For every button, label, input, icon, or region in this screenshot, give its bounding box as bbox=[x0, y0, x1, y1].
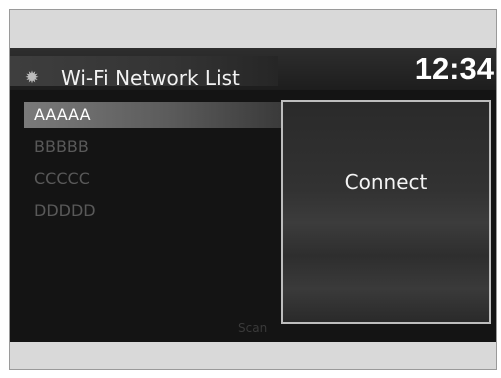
infotainment-screen: ✹ Wi-Fi Network List 12:34 AAAAA BBBBB C… bbox=[10, 48, 496, 342]
header-title-bar: ✹ Wi-Fi Network List bbox=[10, 56, 278, 90]
scan-button[interactable]: Scan bbox=[238, 320, 267, 336]
figure-frame: ✹ Wi-Fi Network List 12:34 AAAAA BBBBB C… bbox=[9, 9, 497, 370]
network-ssid: CCCCC bbox=[34, 169, 90, 188]
clock: 12:34 bbox=[414, 51, 494, 86]
network-item-ddddd[interactable]: DDDDD bbox=[24, 198, 282, 224]
network-item-ccccc[interactable]: CCCCC bbox=[24, 166, 282, 192]
connect-panel: Connect bbox=[281, 100, 491, 324]
network-ssid: AAAAA bbox=[34, 105, 91, 124]
network-list: AAAAA BBBBB CCCCC DDDDD bbox=[24, 102, 282, 338]
connect-button[interactable]: Connect bbox=[283, 170, 489, 194]
header: ✹ Wi-Fi Network List 12:34 bbox=[10, 48, 496, 90]
network-ssid: DDDDD bbox=[34, 201, 96, 220]
network-item-bbbbb[interactable]: BBBBB bbox=[24, 134, 282, 160]
network-item-aaaaa[interactable]: AAAAA bbox=[24, 102, 282, 128]
gear-icon: ✹ bbox=[24, 68, 40, 88]
page: ✹ Wi-Fi Network List 12:34 AAAAA BBBBB C… bbox=[0, 0, 501, 378]
network-ssid: BBBBB bbox=[34, 137, 89, 156]
page-title: Wi-Fi Network List bbox=[61, 66, 240, 90]
